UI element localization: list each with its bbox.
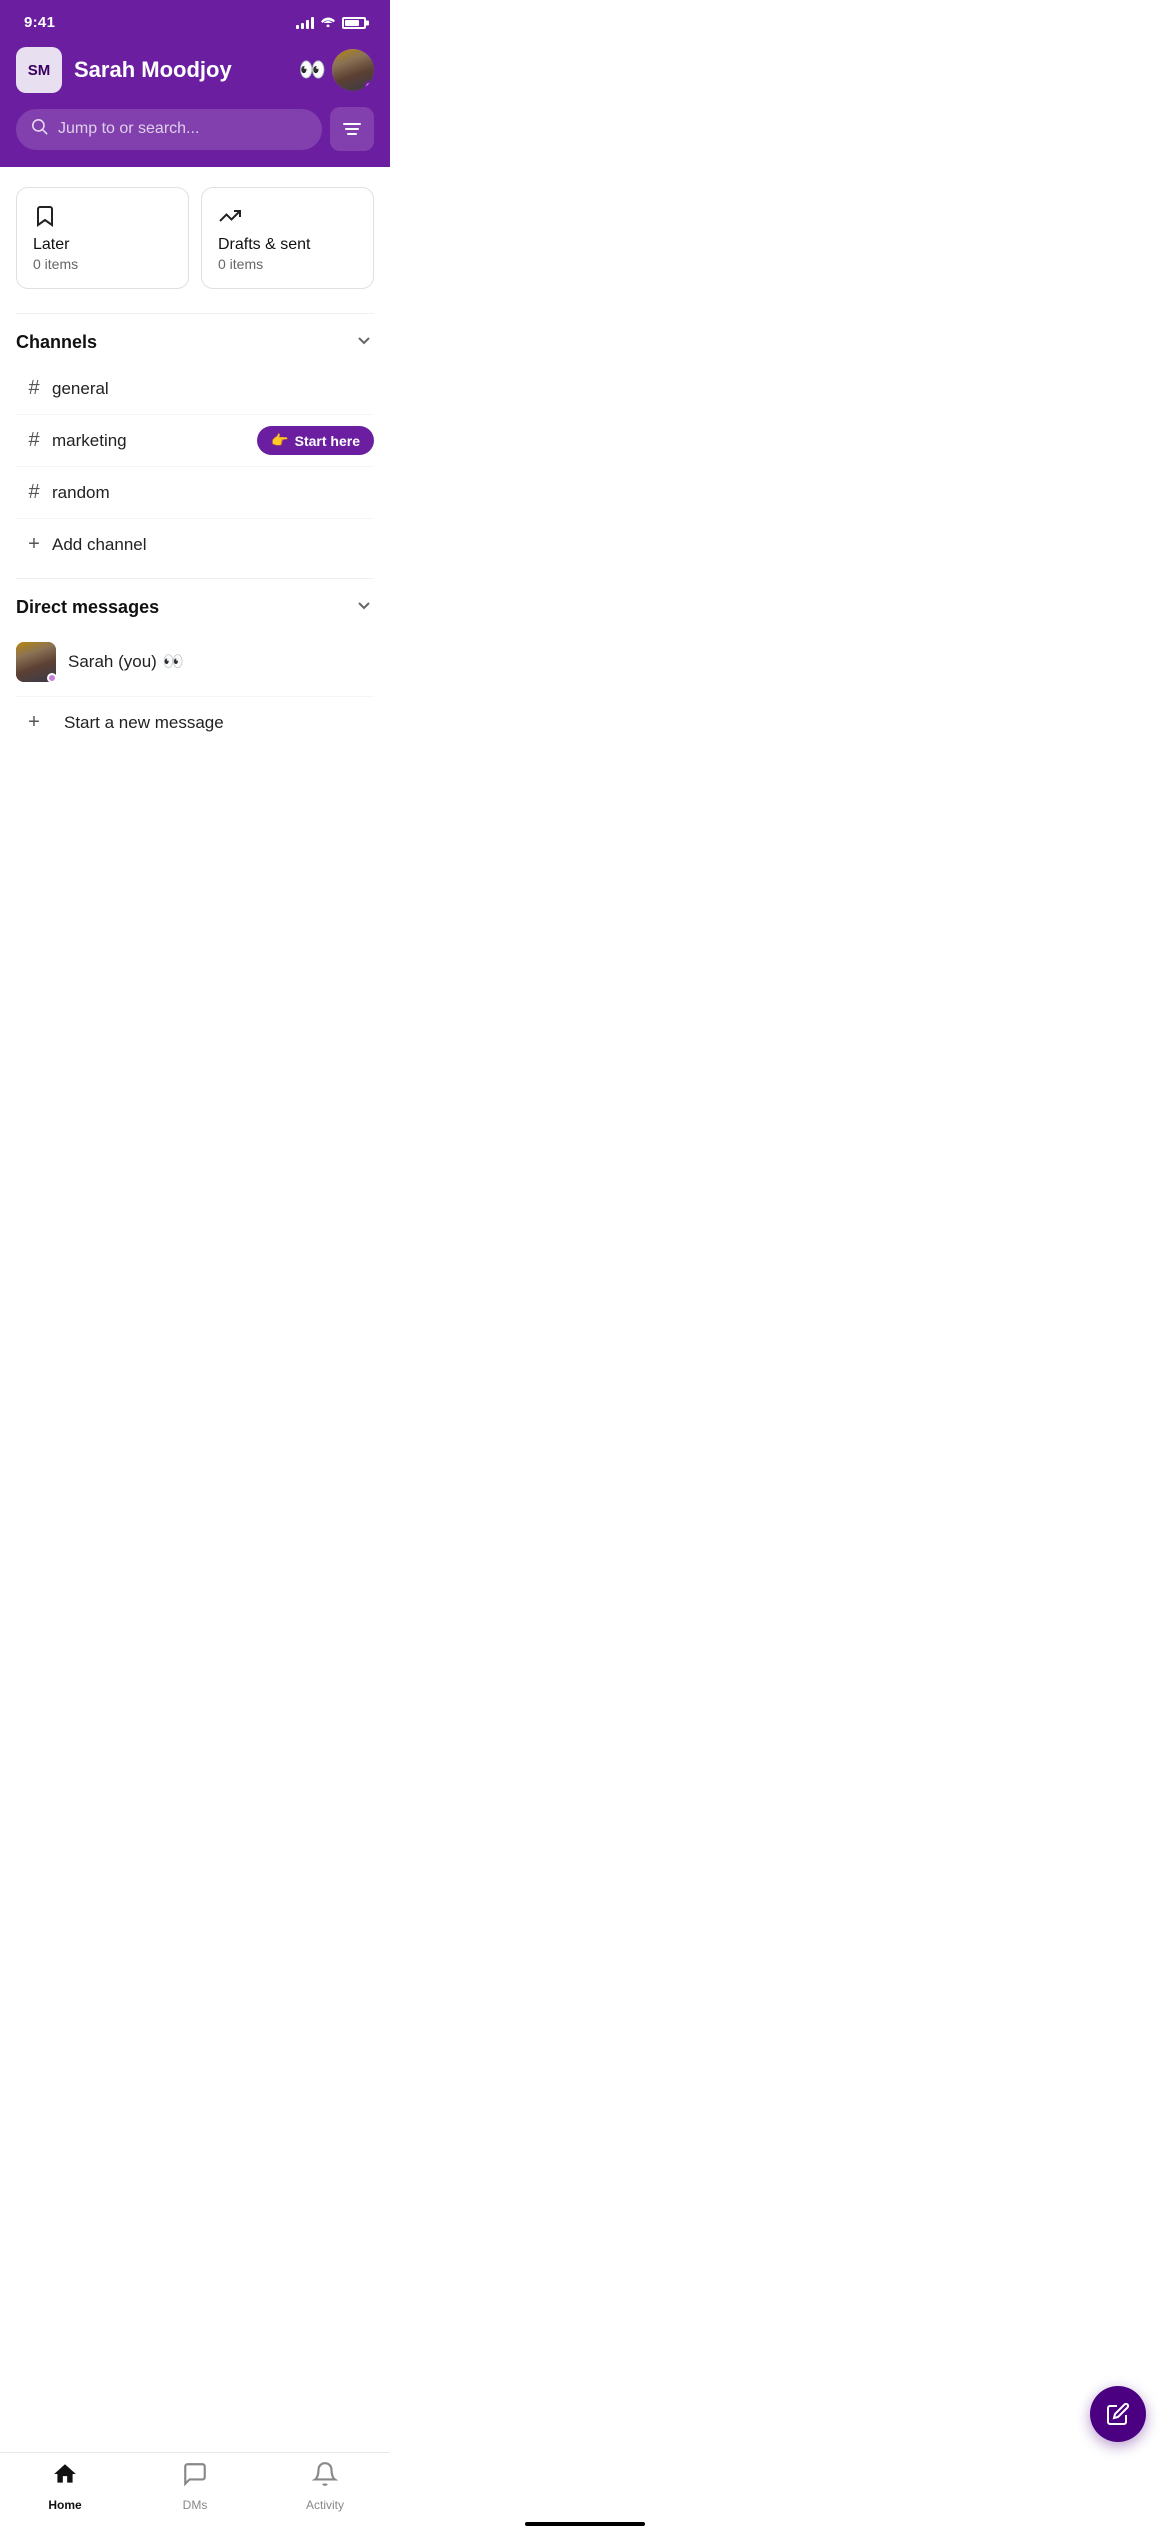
status-icons xyxy=(296,15,366,30)
channel-item-random[interactable]: # random xyxy=(16,467,374,519)
channels-section: Channels # general # marketing 👉 Start h… xyxy=(16,313,374,570)
later-card[interactable]: Later 0 items xyxy=(16,187,189,289)
dm-chevron-icon xyxy=(354,595,374,620)
header-top: SM Sarah Moodjoy 👀 xyxy=(16,47,374,93)
header: SM Sarah Moodjoy 👀 Jump to or search... xyxy=(0,39,390,167)
header-right: 👀 xyxy=(299,49,374,91)
search-bar[interactable]: Jump to or search... xyxy=(16,109,322,150)
activity-icon xyxy=(312,2461,338,2494)
plus-icon: + xyxy=(16,533,52,556)
channels-section-title: Channels xyxy=(16,332,97,353)
search-icon xyxy=(32,119,48,140)
online-indicator xyxy=(364,81,374,91)
status-time: 9:41 xyxy=(24,14,55,31)
later-count: 0 items xyxy=(33,256,172,272)
search-row: Jump to or search... xyxy=(16,107,374,151)
plus-icon-dm: + xyxy=(16,711,52,734)
status-bar: 9:41 xyxy=(0,0,390,39)
avatar-initials[interactable]: SM xyxy=(16,47,62,93)
later-title: Later xyxy=(33,236,172,254)
dm-emoji: 👀 xyxy=(163,652,184,672)
home-indicator xyxy=(525,2522,645,2526)
start-here-badge: 👉 Start here xyxy=(257,426,374,455)
nav-item-activity[interactable]: Activity xyxy=(260,2461,390,2512)
drafts-card[interactable]: Drafts & sent 0 items xyxy=(201,187,374,289)
filter-lines-icon xyxy=(343,123,361,135)
nav-activity-label: Activity xyxy=(306,2498,344,2512)
nav-item-dms[interactable]: DMs xyxy=(130,2461,260,2512)
add-channel-item[interactable]: + Add channel xyxy=(16,519,374,570)
wifi-icon xyxy=(320,15,336,30)
battery-icon xyxy=(342,17,366,29)
add-channel-label: Add channel xyxy=(52,535,147,555)
channels-chevron-icon xyxy=(354,330,374,355)
signal-bars-icon xyxy=(296,17,314,29)
channel-name-marketing: marketing xyxy=(52,431,127,451)
dm-item-sarah[interactable]: Sarah (you) 👀 xyxy=(16,628,374,697)
nav-dms-label: DMs xyxy=(183,2498,208,2512)
channels-section-header[interactable]: Channels xyxy=(16,330,374,355)
bookmark-icon xyxy=(33,204,57,228)
home-icon xyxy=(52,2461,78,2494)
start-here-label: Start here xyxy=(295,433,360,449)
dm-avatar-sarah xyxy=(16,642,56,682)
drafts-count: 0 items xyxy=(218,256,357,272)
new-message-item[interactable]: + Start a new message xyxy=(16,697,374,748)
direct-messages-section: Direct messages Sarah (you) 👀 + Start a … xyxy=(16,578,374,748)
dm-section-title: Direct messages xyxy=(16,597,159,618)
dms-icon xyxy=(182,2461,208,2494)
hash-icon: # xyxy=(16,481,52,504)
compose-fab[interactable] xyxy=(1090,2386,1146,2442)
dm-name-sarah: Sarah (you) 👀 xyxy=(68,652,184,672)
compose-icon xyxy=(1106,2402,1130,2426)
channel-item-general[interactable]: # general xyxy=(16,363,374,415)
channel-item-marketing[interactable]: # marketing 👉 Start here xyxy=(16,415,374,467)
hash-icon: # xyxy=(16,377,52,400)
header-left: SM Sarah Moodjoy xyxy=(16,47,232,93)
search-placeholder-text: Jump to or search... xyxy=(58,120,199,138)
filter-button[interactable] xyxy=(330,107,374,151)
drafts-icon xyxy=(218,204,242,228)
user-name: Sarah Moodjoy xyxy=(74,57,232,83)
bottom-nav: Home DMs Activity xyxy=(0,2452,390,2532)
channel-name-random: random xyxy=(52,483,110,503)
drafts-title: Drafts & sent xyxy=(218,236,357,254)
nav-item-home[interactable]: Home xyxy=(0,2461,130,2512)
user-avatar-photo[interactable] xyxy=(332,49,374,91)
channel-name-general: general xyxy=(52,379,109,399)
dm-online-dot xyxy=(47,673,57,683)
nav-home-label: Home xyxy=(48,2498,81,2512)
main-content: Later 0 items Drafts & sent 0 items Chan… xyxy=(0,167,390,896)
status-emoji: 👀 xyxy=(299,57,326,83)
new-message-label: Start a new message xyxy=(64,713,224,733)
quick-actions: Later 0 items Drafts & sent 0 items xyxy=(16,187,374,289)
hash-icon: # xyxy=(16,429,52,452)
dm-section-header[interactable]: Direct messages xyxy=(16,595,374,620)
